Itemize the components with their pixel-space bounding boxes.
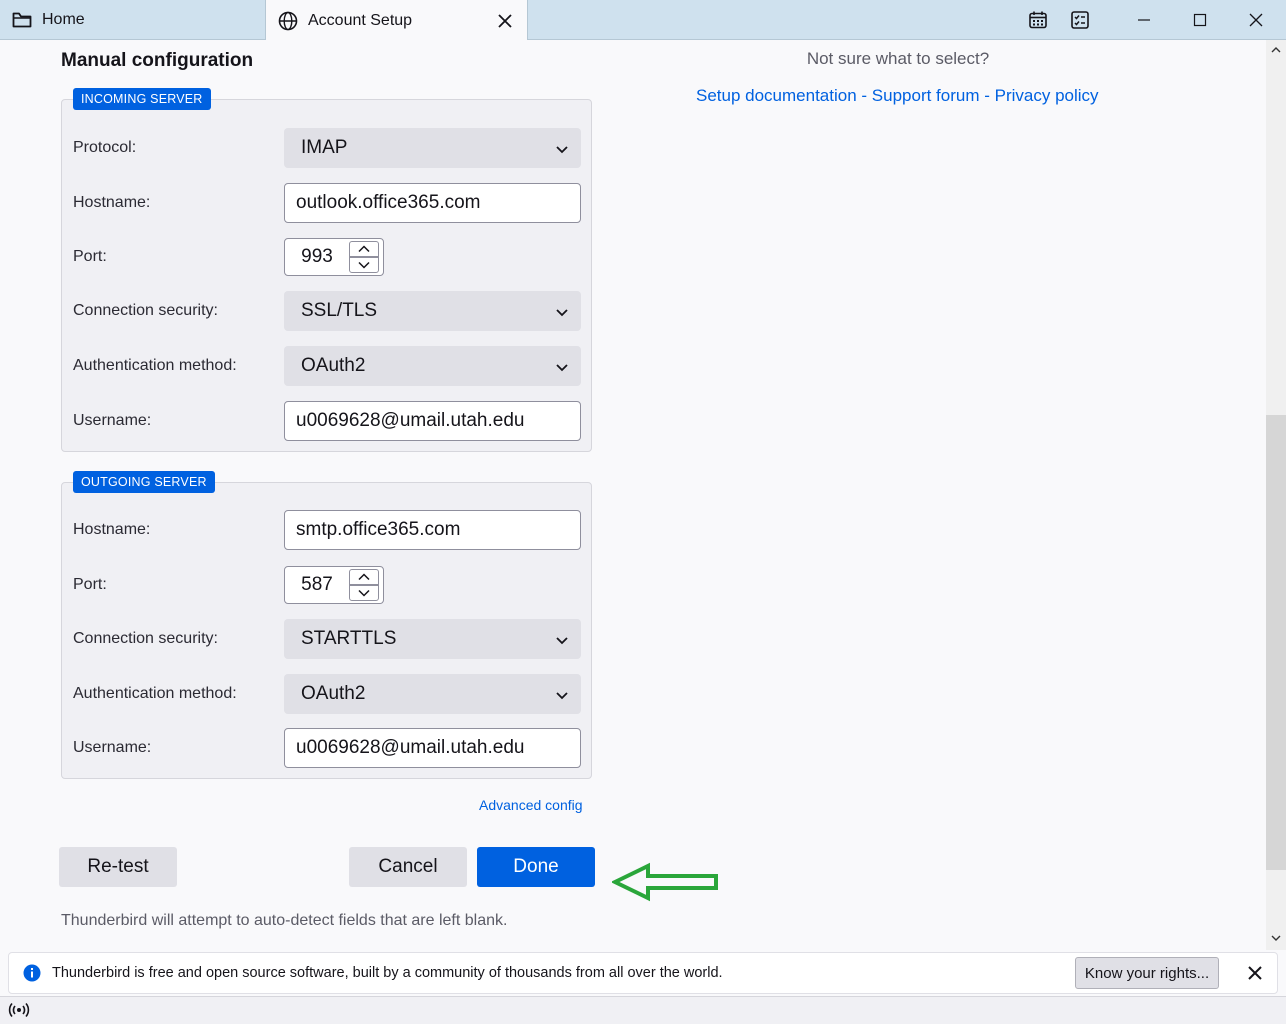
outgoing-port-value: 587 <box>301 574 333 595</box>
tab-home[interactable]: Home <box>0 0 264 40</box>
privacy-policy-link[interactable]: Privacy policy <box>995 86 1099 105</box>
annotation-arrow-icon <box>612 862 718 902</box>
autodetect-hint: Thunderbird will attempt to auto-detect … <box>61 912 508 929</box>
link-separator: - <box>856 86 872 105</box>
tab-close-icon[interactable] <box>491 7 519 35</box>
incoming-auth-value: OAuth2 <box>301 355 366 376</box>
chevron-up-icon[interactable] <box>349 569 379 585</box>
tab-account-setup[interactable]: Account Setup <box>265 0 528 41</box>
incoming-security-label: Connection security: <box>73 302 218 319</box>
outgoing-auth-select[interactable]: OAuth2 <box>284 674 581 714</box>
incoming-auth-select[interactable]: OAuth2 <box>284 346 581 386</box>
globe-icon <box>278 11 298 31</box>
incoming-protocol-select[interactable]: IMAP <box>284 128 581 168</box>
incoming-protocol-value: IMAP <box>301 137 348 158</box>
notification-bar: Thunderbird is free and open source soft… <box>8 952 1278 994</box>
chevron-down-icon <box>555 686 569 708</box>
outgoing-auth-label: Authentication method: <box>73 685 237 702</box>
tab-account-setup-label: Account Setup <box>308 11 413 29</box>
incoming-port-row: Port: 993 <box>62 238 593 278</box>
know-your-rights-button[interactable]: Know your rights... <box>1075 957 1219 989</box>
cancel-button[interactable]: Cancel <box>349 847 467 887</box>
tab-home-label: Home <box>42 11 85 28</box>
chevron-up-icon[interactable] <box>349 241 379 257</box>
scrollbar-thumb[interactable] <box>1266 415 1286 870</box>
outgoing-username-label: Username: <box>73 739 152 756</box>
setup-documentation-link[interactable]: Setup documentation <box>696 86 857 105</box>
incoming-security-row: Connection security: SSL/TLS <box>62 291 593 331</box>
outgoing-username-row: Username: <box>62 728 593 768</box>
activity-icon[interactable] <box>8 1002 30 1023</box>
outgoing-server-fieldset: OUTGOING SERVER Hostname: Port: 587 Conn… <box>61 471 593 779</box>
tasks-icon[interactable] <box>1066 6 1094 34</box>
incoming-hostname-row: Hostname: <box>62 183 593 223</box>
outgoing-auth-row: Authentication method: OAuth2 <box>62 674 593 714</box>
incoming-security-select[interactable]: SSL/TLS <box>284 291 581 331</box>
chevron-down-icon <box>555 358 569 380</box>
title-bar: Home Account Setup <box>0 0 1286 41</box>
incoming-server-fieldset: INCOMING SERVER Protocol: IMAP Hostname:… <box>61 88 593 452</box>
account-setup-page: Manual configuration INCOMING SERVER Pro… <box>0 40 1266 950</box>
vertical-scrollbar[interactable] <box>1266 40 1286 950</box>
incoming-auth-row: Authentication method: OAuth2 <box>62 346 593 386</box>
outgoing-hostname-label: Hostname: <box>73 521 151 538</box>
incoming-security-value: SSL/TLS <box>301 300 378 321</box>
incoming-port-label: Port: <box>73 248 107 265</box>
status-bar <box>0 996 1286 1024</box>
outgoing-username-input[interactable] <box>284 728 581 768</box>
outgoing-server-legend: OUTGOING SERVER <box>73 471 215 493</box>
help-links: Setup documentation - Support forum - Pr… <box>696 86 1099 106</box>
chevron-down-icon <box>555 631 569 653</box>
maximize-icon[interactable] <box>1186 6 1214 34</box>
scroll-down-icon[interactable] <box>1266 928 1286 948</box>
done-button[interactable]: Done <box>477 847 595 887</box>
outgoing-hostname-input[interactable] <box>284 510 581 550</box>
incoming-username-label: Username: <box>73 412 152 429</box>
support-forum-link[interactable]: Support forum <box>872 86 980 105</box>
outgoing-security-value: STARTTLS <box>301 628 397 649</box>
incoming-protocol-label: Protocol: <box>73 139 137 156</box>
incoming-username-input[interactable] <box>284 401 581 441</box>
incoming-auth-label: Authentication method: <box>73 357 237 374</box>
info-icon <box>23 964 41 987</box>
retest-button[interactable]: Re-test <box>59 847 177 887</box>
incoming-server-legend: INCOMING SERVER <box>73 88 211 110</box>
outgoing-auth-value: OAuth2 <box>301 683 366 704</box>
link-separator: - <box>979 86 995 105</box>
incoming-username-row: Username: <box>62 401 593 441</box>
chevron-down-icon[interactable] <box>349 585 379 601</box>
advanced-config-link[interactable]: Advanced config <box>479 797 583 813</box>
incoming-hostname-input[interactable] <box>284 183 581 223</box>
scroll-up-icon[interactable] <box>1266 40 1286 60</box>
outgoing-security-select[interactable]: STARTTLS <box>284 619 581 659</box>
chevron-down-icon[interactable] <box>349 257 379 273</box>
outgoing-security-label: Connection security: <box>73 630 218 647</box>
outgoing-security-row: Connection security: STARTTLS <box>62 619 593 659</box>
folder-icon <box>12 10 32 30</box>
incoming-port-value: 993 <box>301 246 333 267</box>
incoming-protocol-row: Protocol: IMAP <box>62 128 593 168</box>
calendar-icon[interactable] <box>1024 6 1052 34</box>
close-icon[interactable] <box>1242 6 1270 34</box>
page-title: Manual configuration <box>61 50 254 71</box>
incoming-hostname-label: Hostname: <box>73 194 151 211</box>
chevron-down-icon <box>555 140 569 162</box>
outgoing-port-row: Port: 587 <box>62 566 593 606</box>
help-question: Not sure what to select? <box>806 49 990 68</box>
outgoing-port-label: Port: <box>73 576 107 593</box>
incoming-port-stepper[interactable]: 993 <box>284 238 384 276</box>
outgoing-hostname-row: Hostname: <box>62 510 593 550</box>
outgoing-port-stepper[interactable]: 587 <box>284 566 384 604</box>
notification-message: Thunderbird is free and open source soft… <box>52 965 723 981</box>
minimize-icon[interactable] <box>1130 6 1158 34</box>
notification-close-icon[interactable] <box>1245 963 1265 983</box>
chevron-down-icon <box>555 303 569 325</box>
